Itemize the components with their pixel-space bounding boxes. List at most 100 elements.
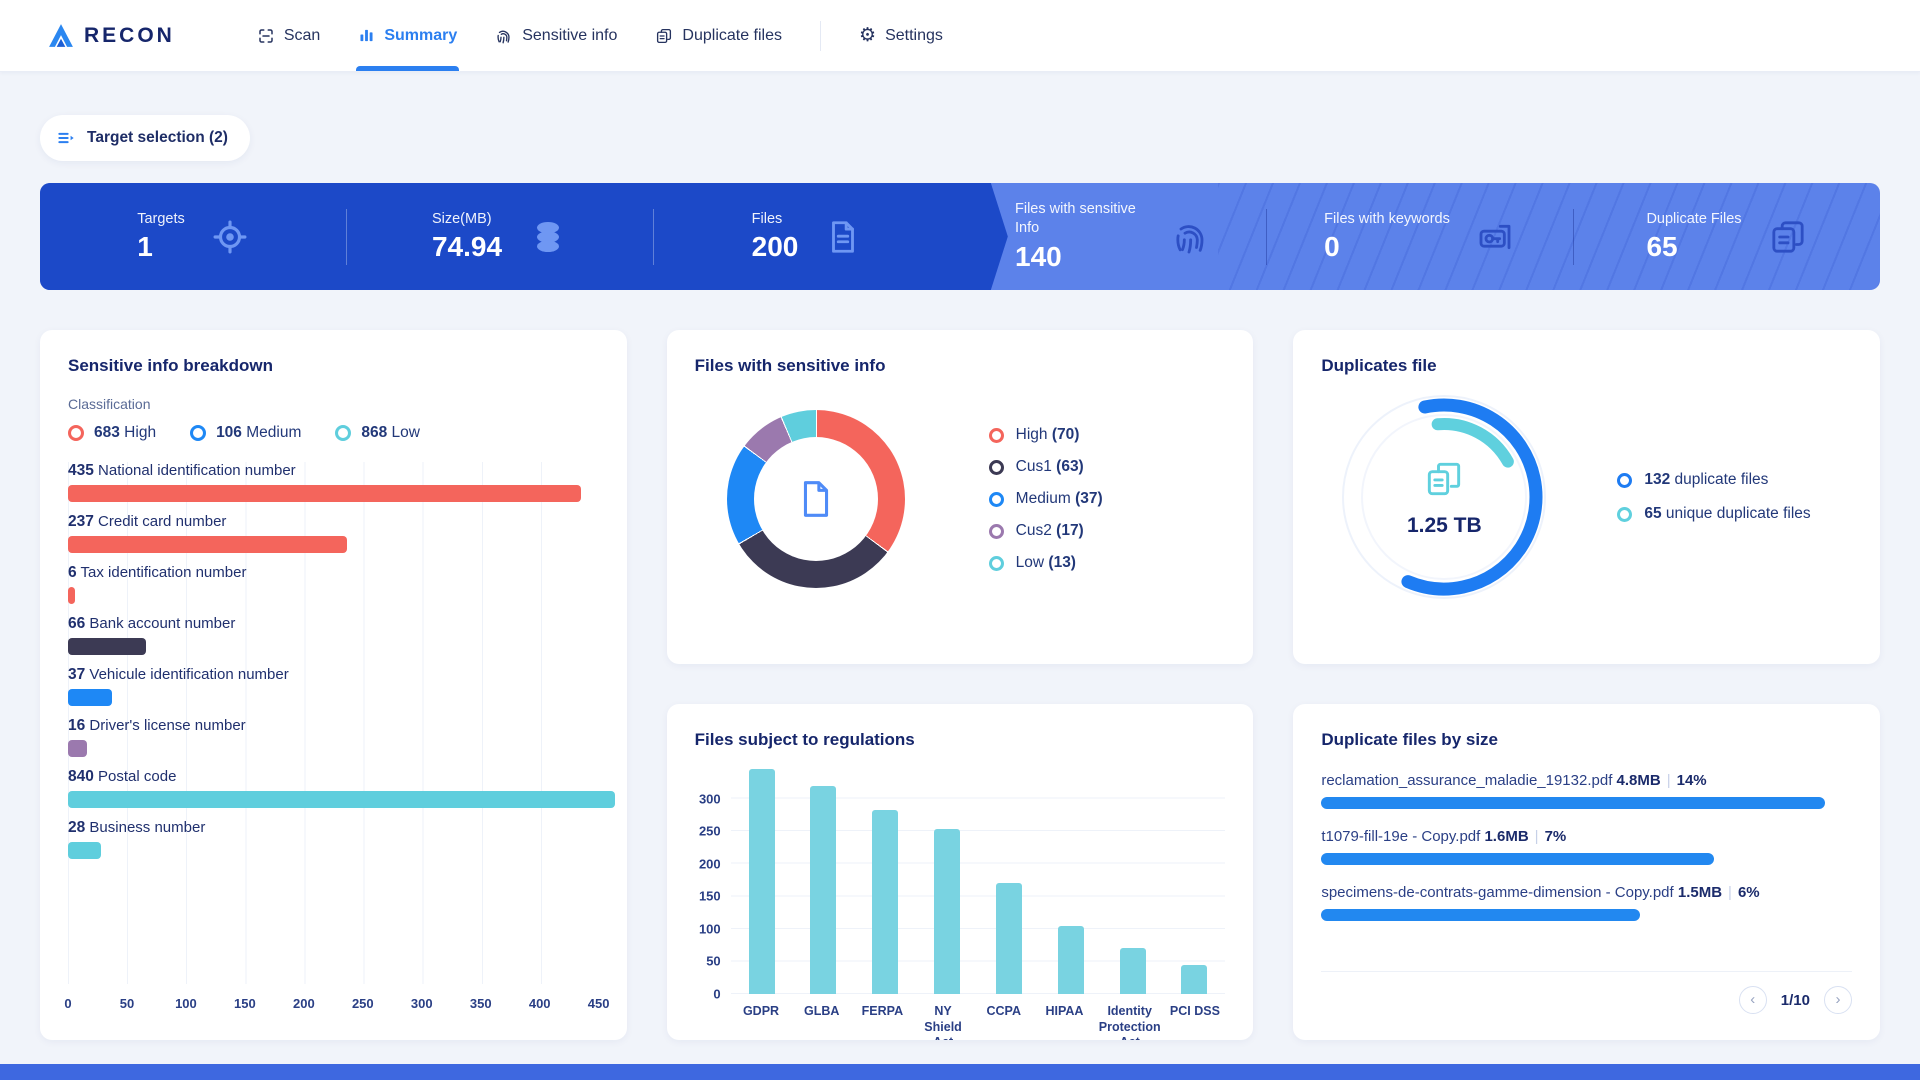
legend-item: Low (13) (989, 554, 1103, 572)
regulations-labels: GDPRGLBAFERPANY Shield ActCCPAHIPAAIdent… (731, 1004, 1226, 1040)
chevron-right-icon[interactable]: › (1824, 986, 1852, 1014)
bar-column (854, 766, 916, 994)
scan-icon (257, 27, 275, 45)
legend-ring-icon (989, 524, 1004, 539)
tab-scan[interactable]: Scan (257, 0, 320, 71)
legend-label: Medium (37) (1016, 490, 1103, 508)
card-title: Files subject to regulations (695, 730, 1226, 750)
legend-label: 132 duplicate files (1644, 471, 1768, 489)
stat-label: Size(MB) (432, 210, 502, 229)
file-name: specimens-de-contrats-gamme-dimension - … (1321, 884, 1852, 901)
legend-ring-icon (68, 425, 84, 441)
legend-item: 132 duplicate files (1617, 471, 1810, 489)
axis-tick-label: 100 (175, 996, 197, 1011)
axis-tick-label: 300 (411, 996, 433, 1011)
legend-ring-icon (989, 460, 1004, 475)
target-selection-label: Target selection (2) (87, 129, 228, 147)
file-name: reclamation_assurance_maladie_19132.pdf … (1321, 772, 1852, 789)
target-icon (211, 218, 249, 256)
x-axis-category-label: NY Shield Act (913, 1004, 974, 1040)
breakdown-bar (68, 842, 101, 859)
stat-label: Files with sensitive Info (1015, 200, 1145, 238)
menu-arrow-icon (56, 128, 76, 148)
tab-label: Duplicate files (682, 27, 782, 45)
top-nav-bar: RECON Scan Summary Sensitive info Duplic… (0, 0, 1920, 72)
file-size-bar (1321, 909, 1639, 921)
legend-label: Low (13) (1016, 554, 1076, 572)
axis-tick-label: 50 (120, 996, 134, 1011)
bar-column (792, 766, 854, 994)
regulation-bar (810, 786, 836, 994)
stat-value: 74.94 (432, 231, 502, 263)
stat-value: 65 (1646, 231, 1741, 263)
x-axis-category-label: GDPR (731, 1004, 792, 1040)
stat-files: Files 200 (654, 210, 960, 264)
breakdown-axis: 050100150200250300350400450 (68, 992, 599, 1014)
tab-duplicate-files[interactable]: Duplicate files (655, 0, 782, 71)
breakdown-row: 28 Business number (68, 819, 599, 859)
regulation-bar (749, 769, 775, 994)
breakdown-bar (68, 638, 146, 655)
x-axis-category-label: CCPA (973, 1004, 1034, 1040)
logo-icon (48, 24, 74, 48)
breakdown-label: 6 Tax identification number (68, 564, 599, 582)
breakdown-bar (68, 740, 87, 757)
legend-item: 65 unique duplicate files (1617, 505, 1810, 523)
legend-ring-icon (335, 425, 351, 441)
stat-label: Targets (137, 210, 185, 229)
regulations-y-axis: 050100150200250300 (695, 766, 731, 994)
dup-size-list: reclamation_assurance_maladie_19132.pdf … (1321, 772, 1852, 940)
bar-column (1163, 766, 1225, 994)
file-row: t1079-fill-19e - Copy.pdf 1.6MB|7% (1321, 828, 1852, 865)
legend-ring-icon (1617, 473, 1632, 488)
bar-column (1102, 766, 1164, 994)
breakdown-label: 66 Bank account number (68, 615, 599, 633)
axis-tick-label: 0 (64, 996, 71, 1011)
duplicate-files-icon (1768, 217, 1808, 257)
axis-tick-label: 450 (588, 996, 610, 1011)
legend-item: Cus1 (63) (989, 458, 1103, 476)
sensitive-donut (727, 410, 905, 588)
stat-targets: Targets 1 (40, 210, 346, 264)
sensitive-donut-legend: High (70) Cus1 (63) Medium (37) Cus2 (17… (989, 426, 1103, 572)
x-axis-category-label: FERPA (852, 1004, 913, 1040)
stat-value: 0 (1324, 231, 1450, 263)
target-selection-button[interactable]: Target selection (2) (40, 115, 250, 161)
y-axis-tick-label: 0 (713, 987, 720, 1002)
bottom-strip (0, 1064, 1920, 1080)
stat-label: Files with keywords (1324, 210, 1450, 229)
bar-column (916, 766, 978, 994)
breakdown-row: 6 Tax identification number (68, 564, 599, 604)
card-title: Duplicates file (1321, 356, 1852, 376)
tab-sensitive-info[interactable]: Sensitive info (495, 0, 617, 71)
y-axis-tick-label: 300 (699, 791, 721, 806)
brand-name: RECON (84, 24, 175, 48)
legend-item: High (70) (989, 426, 1103, 444)
y-axis-tick-label: 200 (699, 856, 721, 871)
x-axis-category-label: Identity Protection Act (1095, 1004, 1165, 1040)
tab-summary[interactable]: Summary (358, 0, 457, 71)
chevron-left-icon[interactable]: ‹ (1739, 986, 1767, 1014)
legend-label: 106 Medium (216, 424, 301, 442)
stat-label: Files (752, 210, 799, 229)
y-axis-tick-label: 50 (706, 954, 720, 969)
stats-bar: Targets 1 Size(MB) 74.94 (40, 183, 1880, 290)
stat-duplicate-files: Duplicate Files 65 (1574, 210, 1880, 264)
legend-label: 868 Low (361, 424, 420, 442)
legend-label: 65 unique duplicate files (1644, 505, 1810, 523)
tab-settings[interactable]: ⚙ Settings (859, 0, 943, 71)
regulation-bar (1058, 926, 1084, 994)
regulation-bar (934, 829, 960, 994)
card-files-subject-to-regulations: Files subject to regulations 05010015020… (667, 704, 1254, 1040)
duplicate-files-icon (655, 27, 673, 45)
axis-tick-label: 250 (352, 996, 374, 1011)
document-icon (727, 410, 905, 588)
legend-ring-icon (1617, 507, 1632, 522)
brand-logo[interactable]: RECON (48, 24, 175, 48)
breakdown-bar (68, 587, 75, 604)
breakdown-label: 840 Postal code (68, 768, 599, 786)
stat-files-sensitive-info: Files with sensitive Info 140 (960, 200, 1266, 273)
breakdown-bar (68, 536, 347, 553)
duplicates-donut: 1.25 TB (1329, 382, 1559, 612)
file-row: specimens-de-contrats-gamme-dimension - … (1321, 884, 1852, 921)
